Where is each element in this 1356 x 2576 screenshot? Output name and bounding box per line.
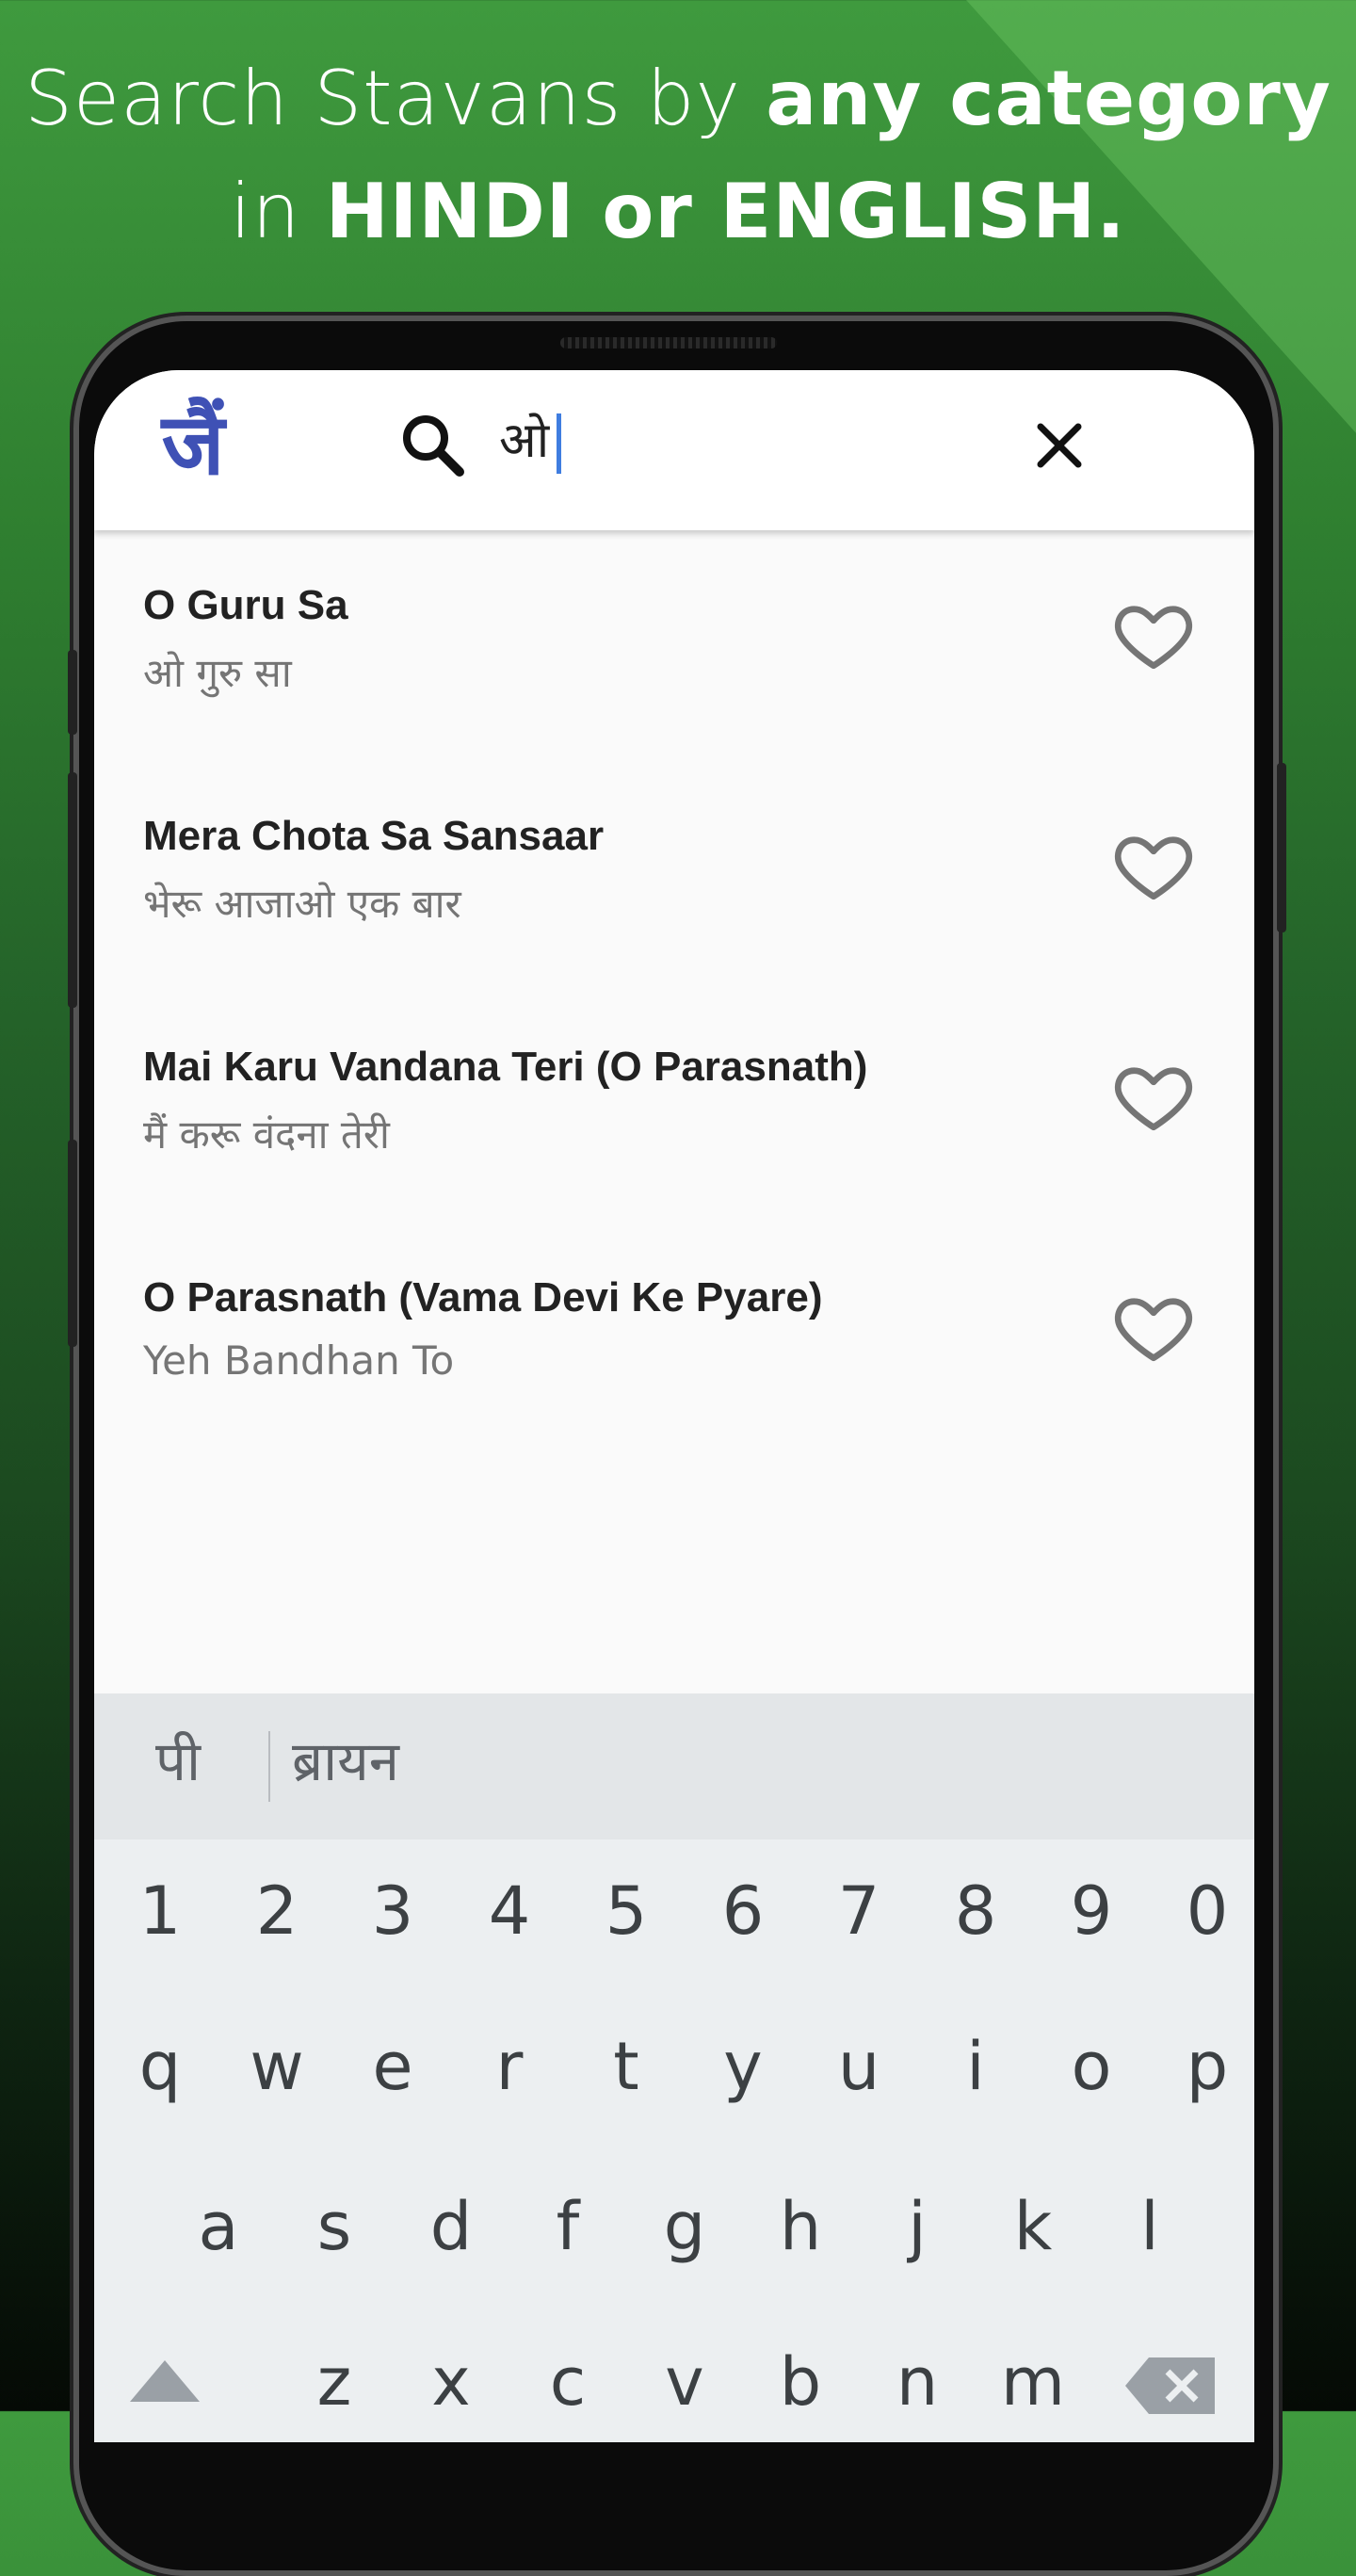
suggestion-item[interactable]: पी — [155, 1722, 201, 1796]
side-key — [68, 1140, 77, 1347]
key[interactable]: k — [981, 2188, 1085, 2265]
key[interactable]: u — [807, 2028, 911, 2105]
key[interactable]: h — [749, 2188, 852, 2265]
search-app-bar: जैं ओ — [94, 370, 1254, 530]
search-icon[interactable] — [396, 408, 471, 483]
key[interactable]: t — [574, 2028, 678, 2105]
promo-headline: Search Stavans by any category in HINDI … — [0, 42, 1356, 268]
key[interactable]: p — [1155, 2028, 1254, 2105]
search-input[interactable]: ओ — [499, 394, 923, 488]
jain-logo[interactable]: जैं — [141, 394, 245, 497]
heart-icon[interactable] — [1111, 1053, 1196, 1138]
item-title: O Parasnath (Vama Devi Ke Pyare) — [143, 1274, 823, 1320]
key[interactable]: 6 — [691, 1872, 795, 1950]
item-title: O Guru Sa — [143, 582, 348, 628]
shift-key[interactable] — [113, 2348, 217, 2425]
key[interactable]: f — [516, 2188, 620, 2265]
key[interactable]: y — [691, 2028, 795, 2105]
suggestion-item[interactable]: ब्रायन — [292, 1722, 399, 1796]
key[interactable]: a — [167, 2188, 270, 2265]
key[interactable]: 7 — [807, 1872, 911, 1950]
text-caret — [557, 413, 562, 474]
key[interactable]: b — [749, 2343, 852, 2421]
key[interactable]: o — [1040, 2028, 1143, 2105]
key[interactable]: z — [282, 2343, 386, 2421]
key[interactable]: 1 — [108, 1872, 212, 1950]
key[interactable]: d — [399, 2188, 503, 2265]
app-screen: जैं ओ O Guru Sa ओ गुरु सा Mera Chota Sa … — [94, 370, 1254, 2442]
list-item[interactable]: Mai Karu Vandana Teri (O Parasnath) मैं … — [94, 992, 1254, 1223]
close-icon[interactable] — [1022, 408, 1097, 483]
key[interactable]: j — [865, 2188, 969, 2265]
key[interactable]: 5 — [574, 1872, 678, 1950]
key[interactable]: l — [1098, 2188, 1202, 2265]
phone-speaker — [560, 337, 777, 348]
heart-icon[interactable] — [1111, 1284, 1196, 1369]
list-item[interactable]: O Parasnath (Vama Devi Ke Pyare) Yeh Ban… — [94, 1223, 1254, 1453]
headline-line-2: in HINDI or ENGLISH. — [230, 168, 1126, 255]
item-title: Mai Karu Vandana Teri (O Parasnath) — [143, 1044, 868, 1090]
item-subtitle: भेरू आजाओ एक बार — [143, 881, 461, 927]
headline-line-1: Search Stavans by any category — [24, 55, 1332, 142]
key[interactable]: 3 — [341, 1872, 444, 1950]
volume-rocker — [68, 772, 77, 1008]
list-item[interactable]: Mera Chota Sa Sansaar भेरू आजाओ एक बार — [94, 761, 1254, 992]
key[interactable]: 2 — [225, 1872, 329, 1950]
key[interactable]: x — [399, 2343, 503, 2421]
key[interactable]: q — [108, 2028, 212, 2105]
key[interactable]: 0 — [1155, 1872, 1254, 1950]
key[interactable]: e — [341, 2028, 444, 2105]
item-subtitle: Yeh Bandhan To — [143, 1337, 455, 1384]
key[interactable]: s — [282, 2188, 386, 2265]
key[interactable]: 9 — [1040, 1872, 1143, 1950]
heart-icon[interactable] — [1111, 822, 1196, 907]
item-subtitle: मैं करू वंदना तेरी — [143, 1111, 390, 1158]
key[interactable]: w — [225, 2028, 329, 2105]
key[interactable]: v — [633, 2343, 736, 2421]
volume-button — [68, 650, 77, 735]
key[interactable]: c — [516, 2343, 620, 2421]
key[interactable]: n — [865, 2343, 969, 2421]
power-button — [1277, 763, 1286, 932]
suggestion-strip: पी ब्रायन — [94, 1693, 1254, 1839]
suggestion-divider — [268, 1731, 270, 1802]
key[interactable]: m — [981, 2343, 1085, 2421]
key[interactable]: r — [458, 2028, 561, 2105]
on-screen-keyboard: 1 2 3 4 5 6 7 8 9 0 q w e r t y u i o p … — [94, 1839, 1254, 2442]
key[interactable]: 4 — [458, 1872, 561, 1950]
heart-icon[interactable] — [1111, 591, 1196, 676]
key[interactable]: g — [633, 2188, 736, 2265]
list-item[interactable]: O Guru Sa ओ गुरु सा — [94, 530, 1254, 761]
item-subtitle: ओ गुरु सा — [143, 650, 292, 696]
backspace-icon[interactable] — [1121, 2353, 1224, 2435]
item-title: Mera Chota Sa Sansaar — [143, 813, 605, 859]
key[interactable]: i — [924, 2028, 1027, 2105]
key[interactable]: 8 — [924, 1872, 1027, 1950]
